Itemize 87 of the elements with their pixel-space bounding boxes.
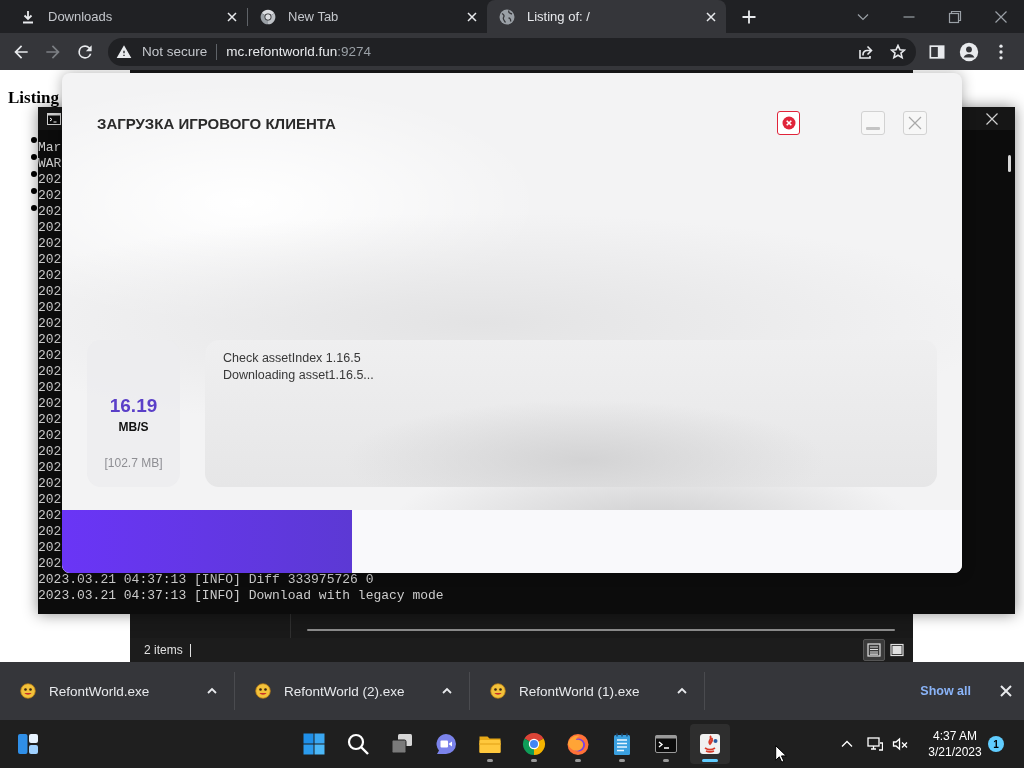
console-line: 202 xyxy=(38,493,62,506)
video-chat-icon xyxy=(434,732,458,756)
warning-icon xyxy=(116,43,132,60)
mouse-pointer-icon xyxy=(775,745,787,763)
chrome-icon xyxy=(522,732,546,756)
console-line: 2023.03.21 04:37:13 [INFO] Download with legacy mode xyxy=(38,589,444,602)
start-icon xyxy=(302,732,326,756)
console-line: 202 xyxy=(38,301,62,314)
console-line: WAR xyxy=(38,157,62,170)
globe-icon xyxy=(499,8,515,25)
dialog-title: ЗАГРУЗКА ИГРОВОГО КЛИЕНТА xyxy=(97,114,336,132)
browser-tab[interactable]: New Tab xyxy=(248,0,487,33)
download-size: [102.7 MB] xyxy=(104,456,163,470)
security-status[interactable]: Not secure xyxy=(142,44,208,59)
close-icon[interactable] xyxy=(998,683,1014,699)
console-line: 202 xyxy=(38,461,62,474)
browser-tab[interactable]: Downloads xyxy=(8,0,247,33)
console-line: 202 xyxy=(38,317,62,330)
console-line: Mar xyxy=(38,141,62,154)
chrome-icon xyxy=(260,8,276,25)
console-line: 202 xyxy=(38,349,62,362)
console-line: 202 xyxy=(38,285,62,298)
app-icon xyxy=(698,732,722,756)
browser-tab[interactable]: Listing of: / xyxy=(487,0,726,33)
clock-time[interactable]: 4:37 AM xyxy=(933,728,977,744)
task-view-icon xyxy=(390,732,414,756)
console-line: 202 xyxy=(38,413,62,426)
page-heading: Listing xyxy=(8,88,60,107)
terminal-icon xyxy=(654,732,678,756)
notification-badge[interactable]: 1 xyxy=(988,736,1004,752)
taskbar-button[interactable] xyxy=(690,724,730,764)
cancel-button[interactable] xyxy=(777,111,800,135)
preview-pane-icon xyxy=(890,643,904,657)
close-icon[interactable] xyxy=(985,111,999,126)
restore-icon[interactable] xyxy=(948,9,962,24)
scroll-thumb[interactable] xyxy=(1007,155,1011,172)
console-line: 2023.03.21 04:37:13 [INFO] Diff 333975726 0 xyxy=(38,573,374,586)
console-line: 202 xyxy=(38,525,62,538)
list-icon xyxy=(867,643,881,657)
console-line: 202 xyxy=(38,189,62,202)
show-all-link[interactable]: Show all xyxy=(920,684,971,698)
console-line: 202 xyxy=(38,397,62,410)
address-bar[interactable]: Not secure mc.refontworld.fun:9274 xyxy=(108,37,916,66)
network-icon[interactable] xyxy=(866,736,883,752)
item-count: 2 items xyxy=(144,643,183,657)
console-line: 202 xyxy=(38,253,62,266)
clock-date[interactable]: 3/21/2023 xyxy=(928,744,982,760)
console-line: 202 xyxy=(38,237,62,250)
log-line: Check assetIndex 1.16.5 xyxy=(223,350,361,367)
console-line: 202 xyxy=(38,477,62,490)
console-line: 202 xyxy=(38,221,62,234)
download-icon xyxy=(20,8,36,25)
smiley-face-icon xyxy=(255,683,271,699)
view-button[interactable] xyxy=(863,639,885,661)
profile-icon[interactable] xyxy=(959,41,979,62)
close-icon[interactable] xyxy=(994,9,1008,24)
download-item[interactable]: RefontWorld.exe xyxy=(0,662,234,720)
firefox-icon xyxy=(566,732,590,756)
console-line: 202 xyxy=(38,557,62,570)
minimize-icon xyxy=(866,127,880,130)
widgets-icon[interactable] xyxy=(16,732,40,756)
share-icon[interactable] xyxy=(858,43,874,60)
plus-icon[interactable] xyxy=(741,8,757,25)
close-icon xyxy=(908,116,922,130)
star-icon[interactable] xyxy=(890,43,906,60)
download-item[interactable]: RefontWorld (1).exe xyxy=(470,662,704,720)
console-line: 202 xyxy=(38,205,62,218)
smiley-face-icon xyxy=(490,683,506,699)
speed-unit: MB/S xyxy=(118,420,149,434)
console-line: 202 xyxy=(38,381,62,394)
console-line: 202 xyxy=(38,269,62,282)
horizontal-scrollbar[interactable] xyxy=(307,629,895,631)
console-line: 202 xyxy=(38,173,62,186)
volume-muted-icon[interactable] xyxy=(892,736,908,752)
console-line: 202 xyxy=(38,333,62,346)
console-line: 202 xyxy=(38,541,62,554)
speed-value: 16.19 xyxy=(109,395,158,417)
console-line: 202 xyxy=(38,365,62,378)
console-line: 202 xyxy=(38,445,62,458)
smiley-face-icon xyxy=(20,683,36,699)
url-text: mc.refontworld.fun:9274 xyxy=(226,44,372,59)
log-line: Downloading asset1.16.5... xyxy=(223,367,374,384)
search-icon xyxy=(346,732,370,756)
download-item[interactable]: RefontWorld (2).exe xyxy=(235,662,469,720)
close-circle-icon xyxy=(781,116,796,130)
console-line: 202 xyxy=(38,509,62,522)
console-line: 202 xyxy=(38,429,62,442)
